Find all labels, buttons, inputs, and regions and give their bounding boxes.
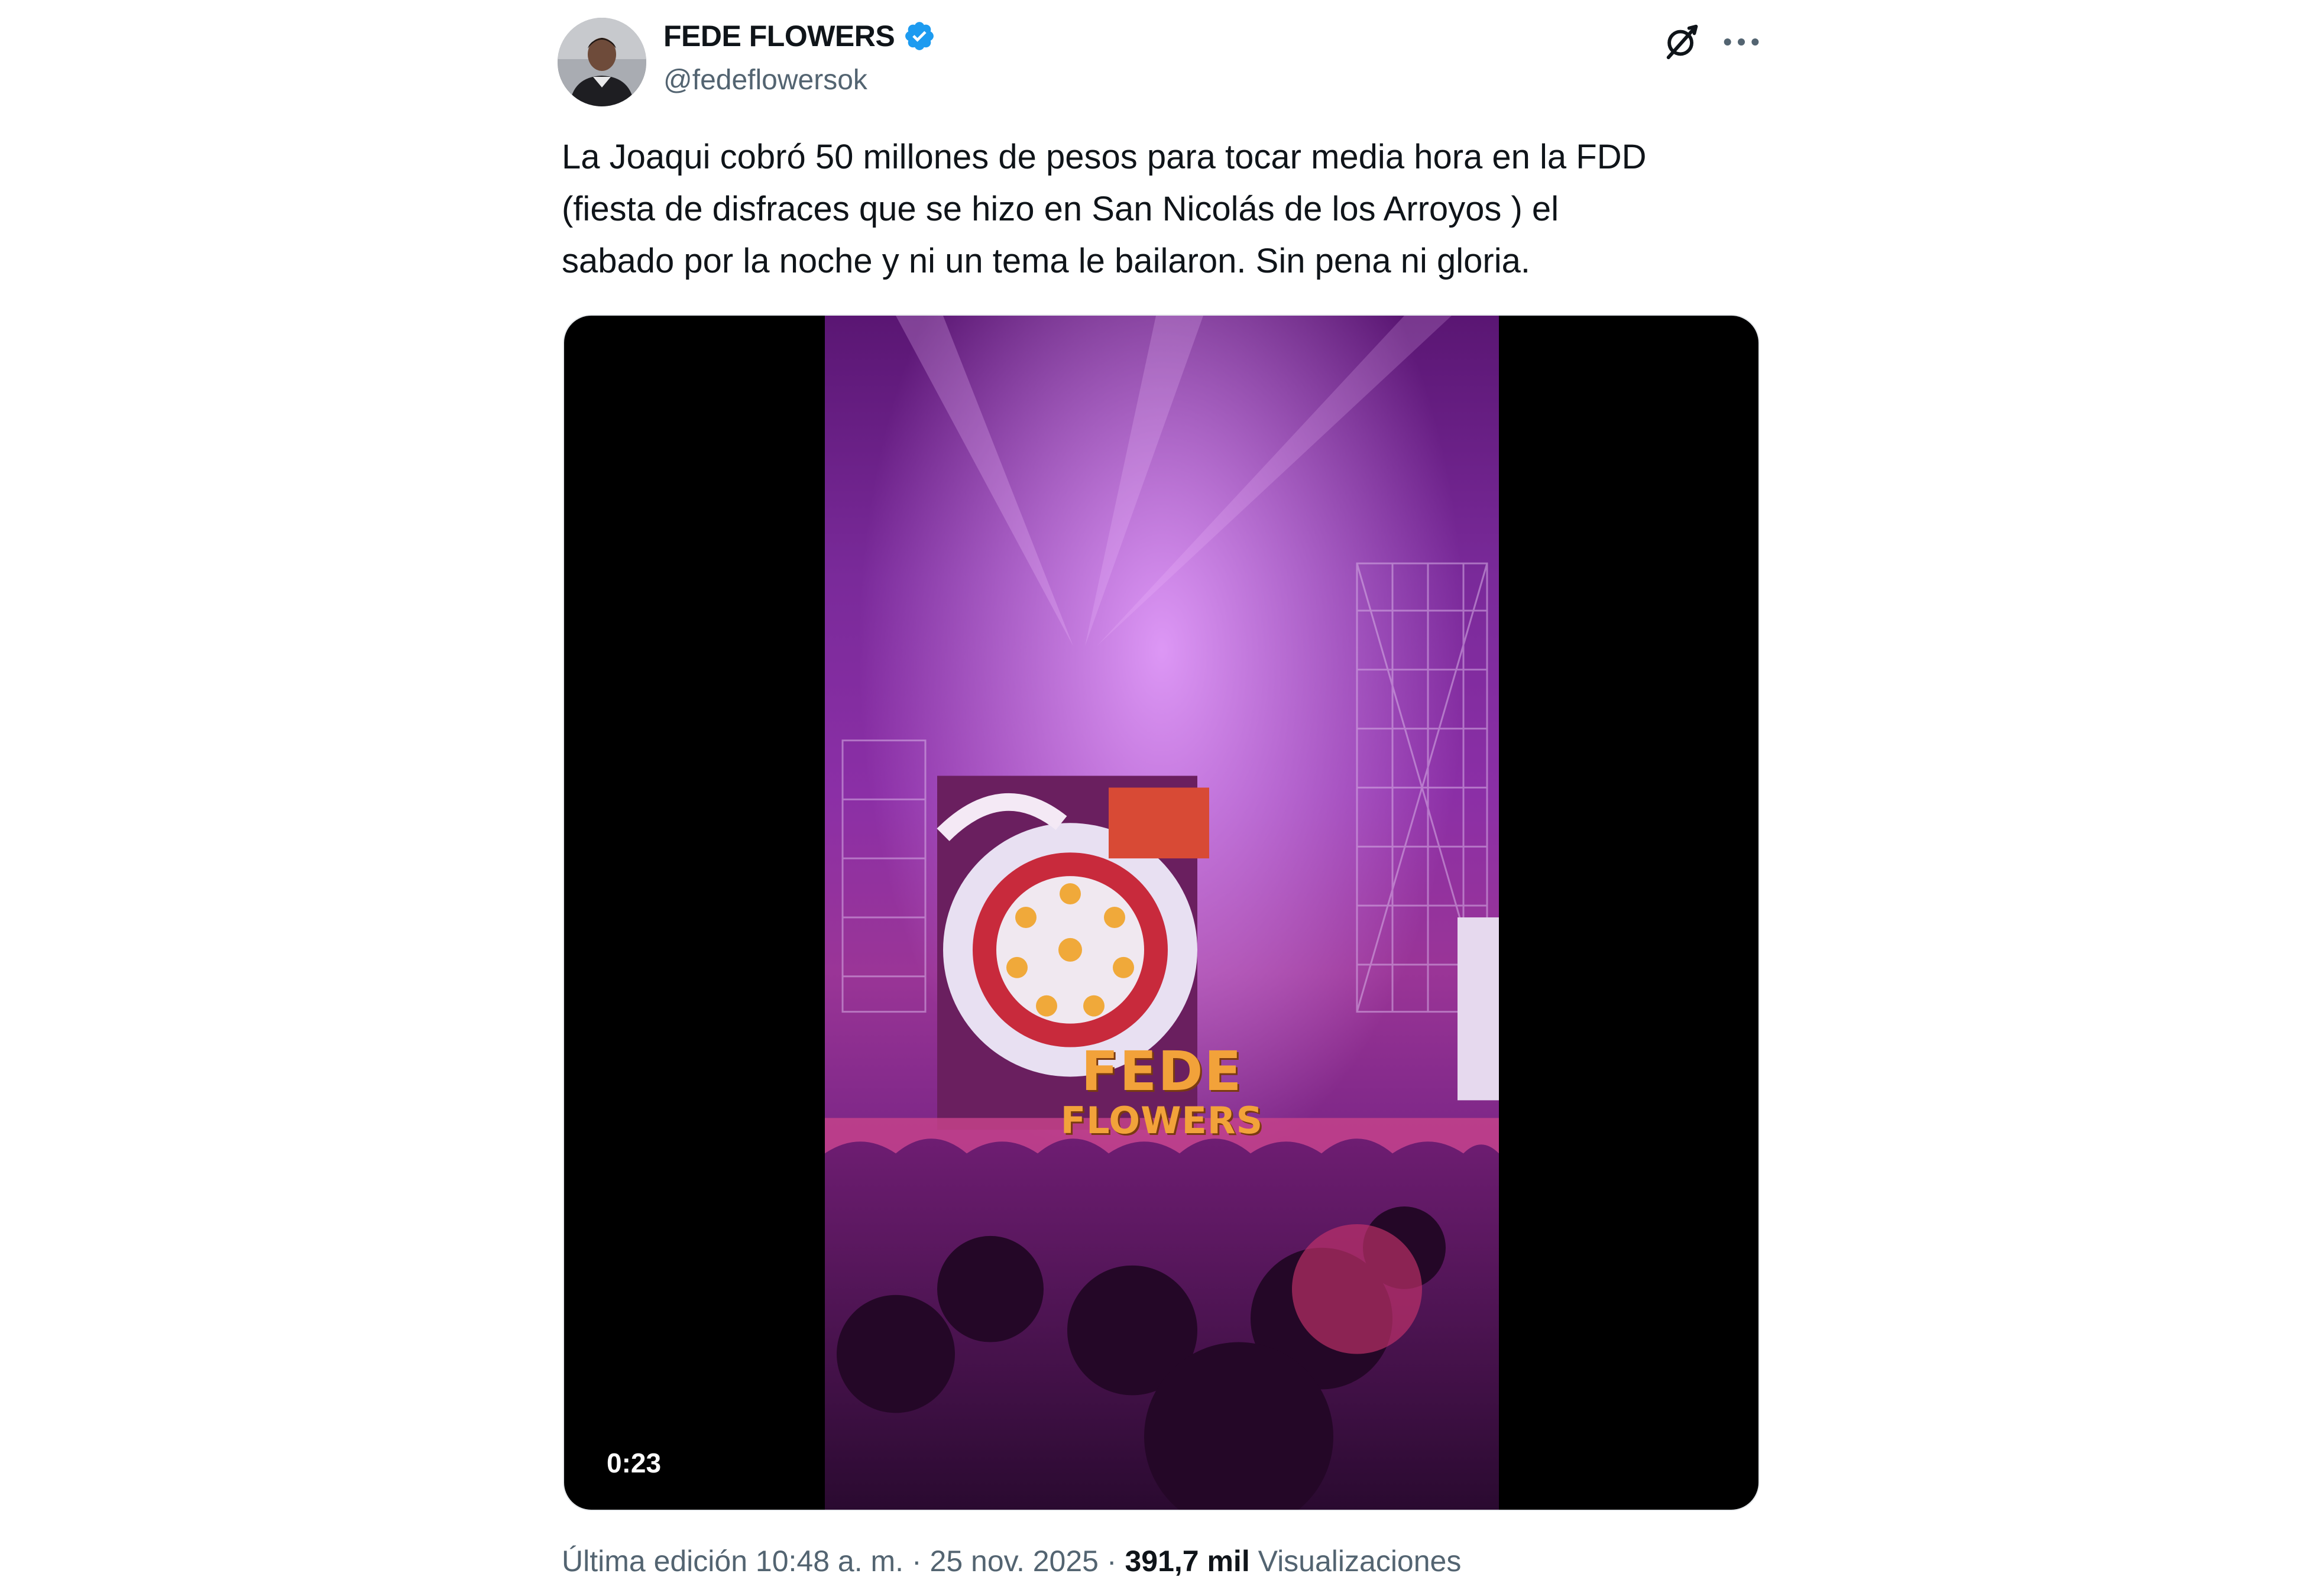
- avatar[interactable]: [558, 18, 646, 106]
- tweet-card: FEDE FLOWERS @fedeflowersok La Joaqui co…: [0, 0, 2306, 1596]
- video-duration-badge: 0:23: [607, 1448, 662, 1478]
- grok-icon[interactable]: [1662, 21, 1703, 63]
- watermark-line1: FEDE: [1081, 1040, 1243, 1103]
- verified-badge-icon: [905, 22, 934, 50]
- video-player[interactable]: FEDE FLOWERS 0:23: [563, 314, 1760, 1511]
- tweet-date[interactable]: 25 nov. 2025: [930, 1545, 1099, 1578]
- tweet-time[interactable]: 10:48 a. m.: [756, 1545, 903, 1578]
- meta-separator: ·: [911, 1545, 922, 1578]
- edited-label[interactable]: Última edición: [562, 1545, 747, 1578]
- author-name-row: FEDE FLOWERS: [663, 19, 936, 53]
- video-frame[interactable]: FEDE FLOWERS: [825, 316, 1499, 1510]
- author-display-name[interactable]: FEDE FLOWERS: [663, 19, 895, 53]
- views-count: 391,7 mil: [1125, 1545, 1250, 1578]
- author-handle[interactable]: @fedeflowersok: [663, 64, 867, 96]
- meta-separator-2: ·: [1106, 1545, 1117, 1578]
- watermark-line2: FLOWERS: [1060, 1099, 1264, 1142]
- views-label: Visualizaciones: [1258, 1545, 1462, 1578]
- concert-stage-image: [825, 316, 1499, 1510]
- tweet-text: La Joaqui cobró 50 millones de pesos par…: [562, 138, 1647, 280]
- more-options-icon[interactable]: [1718, 21, 1765, 63]
- tweet-meta: Última edición 10:48 a. m. · 25 nov. 202…: [562, 1544, 1461, 1578]
